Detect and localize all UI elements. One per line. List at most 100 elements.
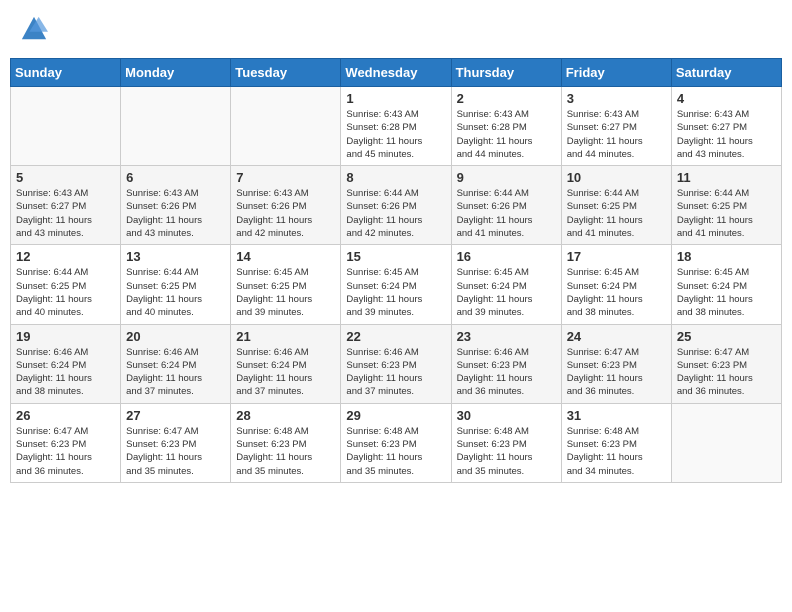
day-number: 31 (567, 408, 666, 423)
day-number: 15 (346, 249, 445, 264)
day-number: 5 (16, 170, 115, 185)
calendar-cell: 10 Sunrise: 6:44 AM Sunset: 6:25 PM Dayli… (561, 166, 671, 245)
day-number: 23 (457, 329, 556, 344)
logo (20, 15, 52, 43)
day-info: Sunrise: 6:47 AM Sunset: 6:23 PM Dayligh… (16, 425, 115, 478)
day-number: 17 (567, 249, 666, 264)
day-number: 6 (126, 170, 225, 185)
weekday-header-friday: Friday (561, 59, 671, 87)
day-number: 30 (457, 408, 556, 423)
calendar-cell: 19Sunrise: 6:46 AM Sunset: 6:24 PM Dayli… (11, 324, 121, 403)
calendar-cell: 29 Sunrise: 6:48 AM Sunset: 6:23 PM Dayli… (341, 403, 451, 482)
calendar-cell: 7 Sunrise: 6:43 AM Sunset: 6:26 PM Daylig… (231, 166, 341, 245)
week-row-5: 26 Sunrise: 6:47 AM Sunset: 6:23 PM Dayli… (11, 403, 782, 482)
calendar-cell: 26 Sunrise: 6:47 AM Sunset: 6:23 PM Dayli… (11, 403, 121, 482)
calendar-cell: 1 Sunrise: 6:43 AM Sunset: 6:28 PM Daylig… (341, 87, 451, 166)
day-number: 21 (236, 329, 335, 344)
day-info: Sunrise: 6:48 AM Sunset: 6:23 PM Dayligh… (346, 425, 445, 478)
day-info: Sunrise: 6:45 AM Sunset: 6:24 PM Dayligh… (677, 266, 776, 319)
calendar-cell: 5 Sunrise: 6:43 AM Sunset: 6:27 PM Daylig… (11, 166, 121, 245)
day-info: Sunrise: 6:44 AM Sunset: 6:25 PM Dayligh… (16, 266, 115, 319)
weekday-header-wednesday: Wednesday (341, 59, 451, 87)
day-number: 10 (567, 170, 666, 185)
day-number: 19 (16, 329, 115, 344)
day-number: 3 (567, 91, 666, 106)
day-number: 27 (126, 408, 225, 423)
calendar-cell: 12 Sunrise: 6:44 AM Sunset: 6:25 PM Dayli… (11, 245, 121, 324)
day-info: Sunrise: 6:43 AM Sunset: 6:28 PM Dayligh… (346, 108, 445, 161)
day-info: Sunrise: 6:45 AM Sunset: 6:24 PM Dayligh… (346, 266, 445, 319)
calendar-cell: 30Sunrise: 6:48 AM Sunset: 6:23 PM Dayli… (451, 403, 561, 482)
calendar-cell: 31 Sunrise: 6:48 AM Sunset: 6:23 PM Dayli… (561, 403, 671, 482)
calendar-cell: 15 Sunrise: 6:45 AM Sunset: 6:24 PM Dayli… (341, 245, 451, 324)
day-number: 2 (457, 91, 556, 106)
calendar-cell (231, 87, 341, 166)
calendar-cell: 17 Sunrise: 6:45 AM Sunset: 6:24 PM Dayli… (561, 245, 671, 324)
logo-icon (20, 15, 48, 43)
calendar-cell: 11Sunrise: 6:44 AM Sunset: 6:25 PM Dayli… (671, 166, 781, 245)
calendar-cell: 9 Sunrise: 6:44 AM Sunset: 6:26 PM Daylig… (451, 166, 561, 245)
day-number: 9 (457, 170, 556, 185)
calendar-cell: 22Sunrise: 6:46 AM Sunset: 6:23 PM Dayli… (341, 324, 451, 403)
day-info: Sunrise: 6:45 AM Sunset: 6:25 PM Dayligh… (236, 266, 335, 319)
day-info: Sunrise: 6:43 AM Sunset: 6:26 PM Dayligh… (236, 187, 335, 240)
day-info: Sunrise: 6:43 AM Sunset: 6:27 PM Dayligh… (677, 108, 776, 161)
calendar-cell: 24 Sunrise: 6:47 AM Sunset: 6:23 PM Dayli… (561, 324, 671, 403)
calendar-cell: 2 Sunrise: 6:43 AM Sunset: 6:28 PM Daylig… (451, 87, 561, 166)
day-number: 24 (567, 329, 666, 344)
day-number: 7 (236, 170, 335, 185)
header (10, 10, 782, 48)
day-info: Sunrise: 6:46 AM Sunset: 6:23 PM Dayligh… (457, 346, 556, 399)
day-info: Sunrise: 6:48 AM Sunset: 6:23 PM Dayligh… (567, 425, 666, 478)
calendar-table: SundayMondayTuesdayWednesdayThursdayFrid… (10, 58, 782, 483)
week-row-1: 1 Sunrise: 6:43 AM Sunset: 6:28 PM Daylig… (11, 87, 782, 166)
weekday-header-tuesday: Tuesday (231, 59, 341, 87)
day-number: 8 (346, 170, 445, 185)
day-number: 29 (346, 408, 445, 423)
day-info: Sunrise: 6:46 AM Sunset: 6:24 PM Dayligh… (126, 346, 225, 399)
day-number: 18 (677, 249, 776, 264)
day-number: 14 (236, 249, 335, 264)
weekday-header-thursday: Thursday (451, 59, 561, 87)
day-info: Sunrise: 6:47 AM Sunset: 6:23 PM Dayligh… (567, 346, 666, 399)
day-info: Sunrise: 6:44 AM Sunset: 6:25 PM Dayligh… (126, 266, 225, 319)
week-row-4: 19 Sunrise: 6:46 AM Sunset: 6:24 PM Dayli… (11, 324, 782, 403)
day-info: Sunrise: 6:43 AM Sunset: 6:27 PM Dayligh… (16, 187, 115, 240)
calendar-cell: 20Sunrise: 6:46 AM Sunset: 6:24 PM Dayli… (121, 324, 231, 403)
day-info: Sunrise: 6:46 AM Sunset: 6:24 PM Dayligh… (236, 346, 335, 399)
week-row-2: 5 Sunrise: 6:43 AM Sunset: 6:27 PM Daylig… (11, 166, 782, 245)
weekday-header-monday: Monday (121, 59, 231, 87)
day-info: Sunrise: 6:47 AM Sunset: 6:23 PM Dayligh… (677, 346, 776, 399)
calendar-cell (671, 403, 781, 482)
day-number: 25 (677, 329, 776, 344)
calendar-cell: 23 Sunrise: 6:46 AM Sunset: 6:23 PM Dayli… (451, 324, 561, 403)
day-info: Sunrise: 6:46 AM Sunset: 6:23 PM Dayligh… (346, 346, 445, 399)
day-info: Sunrise: 6:43 AM Sunset: 6:28 PM Dayligh… (457, 108, 556, 161)
day-number: 26 (16, 408, 115, 423)
day-info: Sunrise: 6:45 AM Sunset: 6:24 PM Dayligh… (567, 266, 666, 319)
day-info: Sunrise: 6:45 AM Sunset: 6:24 PM Dayligh… (457, 266, 556, 319)
calendar-cell: 6Sunrise: 6:43 AM Sunset: 6:26 PM Daylig… (121, 166, 231, 245)
day-info: Sunrise: 6:47 AM Sunset: 6:23 PM Dayligh… (126, 425, 225, 478)
day-info: Sunrise: 6:44 AM Sunset: 6:26 PM Dayligh… (457, 187, 556, 240)
day-info: Sunrise: 6:44 AM Sunset: 6:25 PM Dayligh… (567, 187, 666, 240)
day-number: 1 (346, 91, 445, 106)
weekday-header-row: SundayMondayTuesdayWednesdayThursdayFrid… (11, 59, 782, 87)
calendar-cell: 13 Sunrise: 6:44 AM Sunset: 6:25 PM Dayli… (121, 245, 231, 324)
calendar-cell: 16Sunrise: 6:45 AM Sunset: 6:24 PM Dayli… (451, 245, 561, 324)
calendar-cell (11, 87, 121, 166)
calendar-cell: 3Sunrise: 6:43 AM Sunset: 6:27 PM Daylig… (561, 87, 671, 166)
calendar-cell: 8Sunrise: 6:44 AM Sunset: 6:26 PM Daylig… (341, 166, 451, 245)
calendar-cell: 25 Sunrise: 6:47 AM Sunset: 6:23 PM Dayli… (671, 324, 781, 403)
week-row-3: 12 Sunrise: 6:44 AM Sunset: 6:25 PM Dayli… (11, 245, 782, 324)
weekday-header-sunday: Sunday (11, 59, 121, 87)
calendar-cell: 18 Sunrise: 6:45 AM Sunset: 6:24 PM Dayli… (671, 245, 781, 324)
day-info: Sunrise: 6:48 AM Sunset: 6:23 PM Dayligh… (236, 425, 335, 478)
calendar-cell (121, 87, 231, 166)
day-number: 4 (677, 91, 776, 106)
day-number: 11 (677, 170, 776, 185)
calendar-cell: 28Sunrise: 6:48 AM Sunset: 6:23 PM Dayli… (231, 403, 341, 482)
day-number: 13 (126, 249, 225, 264)
day-number: 12 (16, 249, 115, 264)
calendar-cell: 4 Sunrise: 6:43 AM Sunset: 6:27 PM Daylig… (671, 87, 781, 166)
